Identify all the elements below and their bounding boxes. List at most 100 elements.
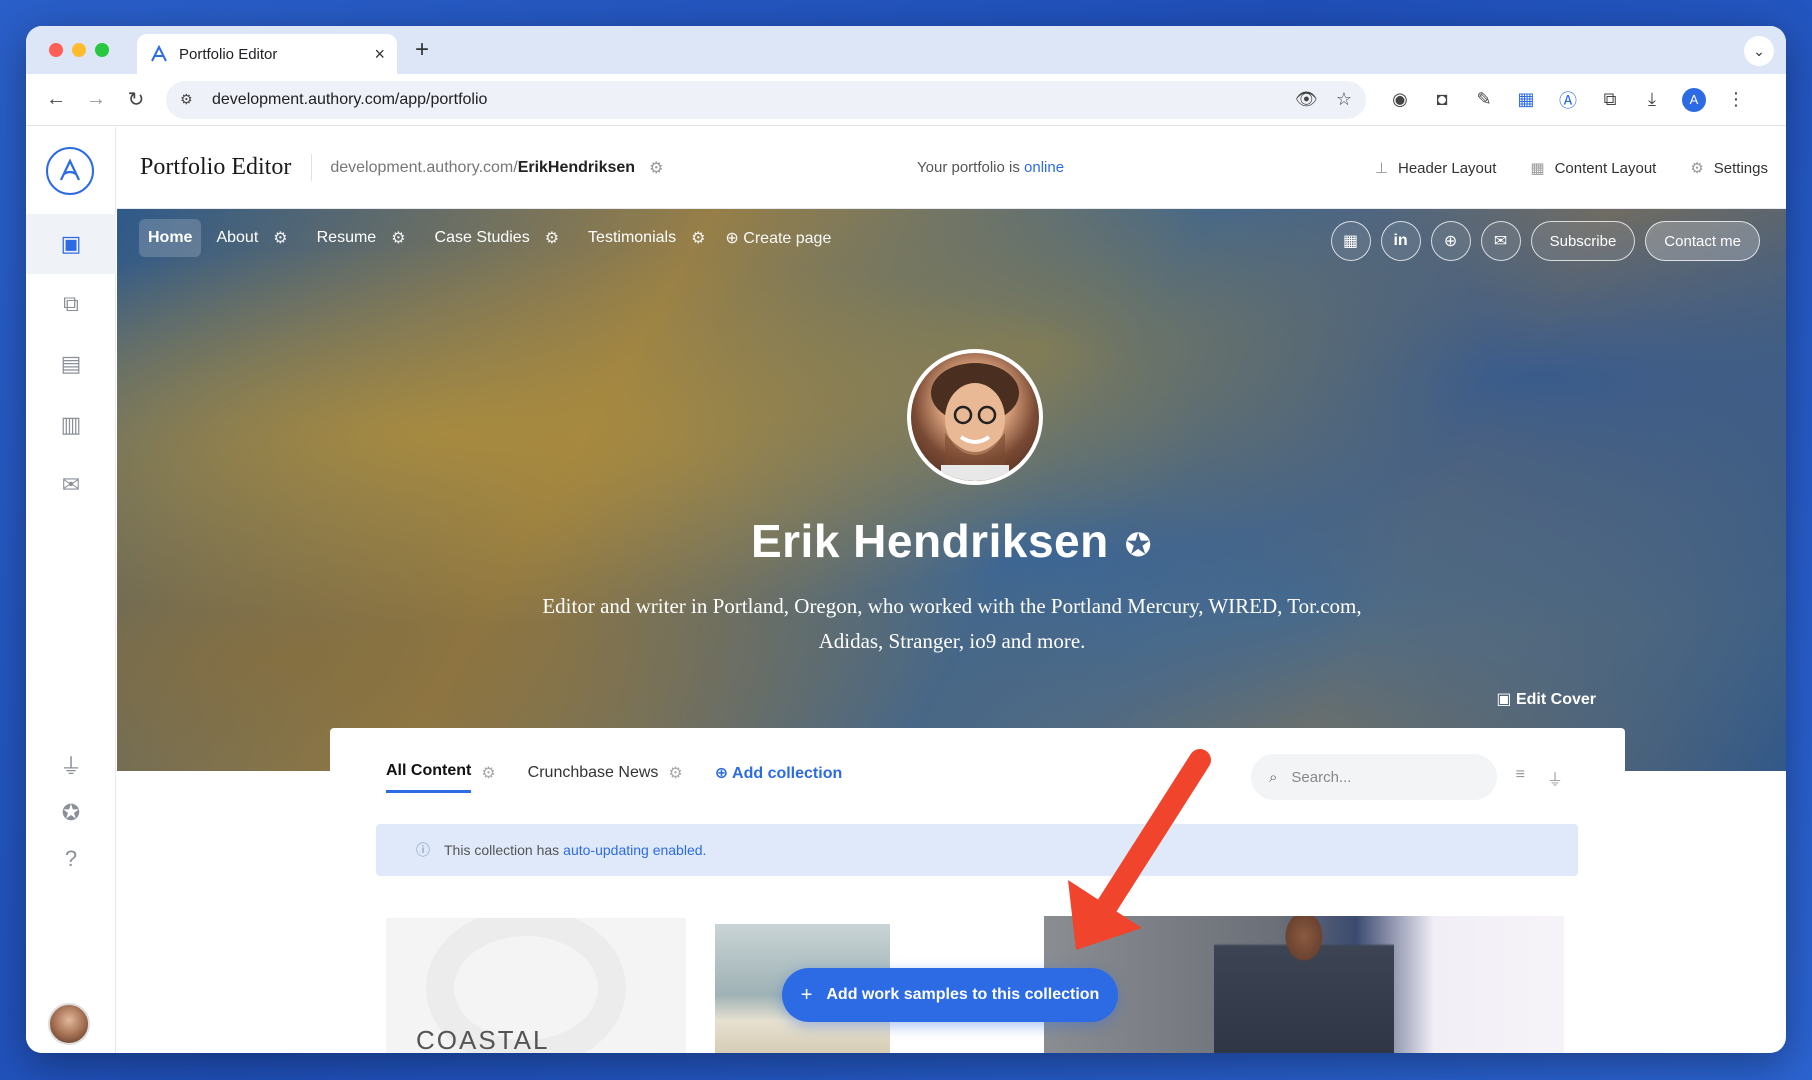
- url-text: development.authory.com/app/portfolio: [212, 90, 488, 108]
- status-online-link[interactable]: online: [1024, 159, 1064, 176]
- authory-extension-icon[interactable]: Ⓐ: [1556, 87, 1580, 113]
- portfolio-url-prefix: development.authory.com/: [330, 158, 518, 176]
- collection-tabs: All Content ⚙ Crunchbase News ⚙ ⊕ Add co…: [386, 762, 842, 793]
- tab-crunchbase-news[interactable]: Crunchbase News: [528, 764, 659, 792]
- profile-avatar-icon[interactable]: A: [1682, 87, 1706, 112]
- add-work-samples-label: Add work samples to this collection: [826, 986, 1100, 1003]
- case-studies-gear-icon[interactable]: ⚙: [545, 228, 559, 248]
- url-settings-gear-icon[interactable]: ⚙: [649, 158, 663, 178]
- nav-page-about[interactable]: About: [207, 219, 267, 257]
- award-badge-icon[interactable]: ✪: [1125, 527, 1152, 563]
- page-title: Portfolio Editor: [140, 154, 313, 181]
- all-content-gear-icon[interactable]: ⚙: [481, 763, 495, 793]
- forward-icon[interactable]: →: [76, 88, 116, 111]
- nav-page-resume[interactable]: Resume: [308, 219, 386, 257]
- portfolio-url[interactable]: development.authory.com/ErikHendriksen: [330, 159, 635, 177]
- camera-icon[interactable]: ◘: [1430, 89, 1454, 110]
- authory-logo[interactable]: [46, 147, 94, 195]
- sidebar-item-content[interactable]: ⧉: [26, 274, 116, 334]
- contact-me-button[interactable]: Contact me: [1645, 221, 1760, 261]
- portfolio-url-user: ErikHendriksen: [517, 158, 636, 176]
- nav-page-home[interactable]: Home: [139, 219, 202, 257]
- testimonials-gear-icon[interactable]: ⚙: [691, 228, 705, 248]
- speaker-figure: [1214, 916, 1394, 1053]
- speaker-thumbnail[interactable]: [1044, 916, 1564, 1053]
- reload-icon[interactable]: ↻: [116, 87, 156, 112]
- editor-header: Portfolio Editor development.authory.com…: [117, 127, 1786, 209]
- browser-tab[interactable]: Portfolio Editor ×: [137, 34, 397, 74]
- download-icon[interactable]: ⤓: [1640, 89, 1664, 110]
- linkedin-icon: in: [1393, 232, 1408, 249]
- sidebar-item-analytics[interactable]: ▥: [26, 395, 116, 455]
- article-thumbnail[interactable]: COASTAL MARKETING: [386, 918, 686, 1053]
- user-avatar[interactable]: [48, 1003, 90, 1045]
- website-button[interactable]: ⊕: [1430, 221, 1471, 261]
- profile-photo[interactable]: [907, 349, 1043, 485]
- portfolio-bio: Editor and writer in Portland, Oregon, w…: [542, 594, 1362, 653]
- window-controls: [49, 43, 109, 57]
- tab-search-icon[interactable]: ⌄: [1744, 36, 1774, 66]
- profile-photo-illustration: [931, 363, 1019, 481]
- minimize-window-button[interactable]: [72, 43, 86, 57]
- sidebar-item-help[interactable]: ?: [26, 829, 116, 889]
- address-bar[interactable]: ⚙ development.authory.com/app/portfolio …: [166, 80, 1366, 119]
- site-settings-icon[interactable]: ⚙: [180, 91, 200, 108]
- award-icon: ✪: [61, 800, 81, 825]
- create-page-button[interactable]: ⊕ Create page: [725, 228, 831, 248]
- edit-cover-button[interactable]: ▣ Edit Cover: [1496, 689, 1596, 709]
- edit-cover-label: Edit Cover: [1515, 691, 1596, 708]
- filter-icon[interactable]: ≡: [1516, 766, 1525, 784]
- thumbnail-title: COASTAL MARKETING: [416, 1025, 549, 1053]
- search-input[interactable]: ⌕ Search...: [1251, 754, 1497, 800]
- close-tab-icon[interactable]: ×: [374, 44, 385, 65]
- add-work-samples-button[interactable]: + Add work samples to this collection: [782, 968, 1118, 1022]
- auto-updating-link[interactable]: auto-updating enabled.: [563, 842, 706, 858]
- app-sidebar: ▣ ⧉ ▤ ▥ ✉ ⏚ ✪ ?: [26, 127, 116, 1053]
- copy-icon: ⧉: [63, 291, 79, 316]
- eye-slash-icon[interactable]: 👁: [1295, 89, 1318, 110]
- sidebar-item-mail[interactable]: ✉: [26, 455, 116, 515]
- extension-blocks-icon[interactable]: ▦: [1514, 89, 1538, 110]
- crunchbase-gear-icon[interactable]: ⚙: [668, 763, 682, 793]
- tab-all-content[interactable]: All Content: [386, 762, 472, 793]
- social-links: ▦ in ⊕ ✉ Subscribe Contact me: [1330, 221, 1760, 261]
- back-icon[interactable]: ←: [36, 88, 76, 111]
- browser-window: Portfolio Editor × + ⌄ ← → ↻ ⚙ developme…: [26, 26, 1786, 1053]
- close-window-button[interactable]: [49, 43, 63, 57]
- browser-menu-icon[interactable]: ⋮: [1724, 89, 1748, 110]
- portfolio-icon: ▣: [60, 231, 82, 256]
- plug-icon: ⏚: [59, 754, 82, 779]
- bookmark-star-icon[interactable]: ☆: [1336, 89, 1352, 110]
- plug-icon[interactable]: ⏚: [1547, 766, 1563, 790]
- nav-page-testimonials[interactable]: Testimonials: [579, 219, 685, 257]
- header-layout-icon: ⊥: [1374, 159, 1388, 177]
- add-collection-label: Add collection: [732, 764, 843, 782]
- resume-gear-icon[interactable]: ⚙: [391, 228, 405, 248]
- extension-grammar-icon[interactable]: ◉: [1388, 89, 1412, 110]
- status-prefix: Your portfolio is: [917, 159, 1020, 176]
- extensions-bar: ◉ ◘ ✎ ▦ Ⓐ ⧉ ⤓ A ⋮: [1388, 87, 1748, 113]
- authory-logo-icon: [151, 44, 167, 62]
- portfolio-page-nav: Home About ⚙ Resume ⚙ Case Studies ⚙ Tes…: [139, 219, 831, 257]
- eyedropper-icon[interactable]: ✎: [1472, 89, 1496, 110]
- about-gear-icon[interactable]: ⚙: [273, 228, 287, 248]
- linkedin-button[interactable]: in: [1380, 221, 1421, 261]
- header-layout-button[interactable]: ⊥ Header Layout: [1375, 159, 1496, 177]
- maximize-window-button[interactable]: [95, 43, 109, 57]
- sidebar-item-portfolio[interactable]: ▣: [26, 214, 116, 274]
- portfolio-status: Your portfolio is online: [917, 159, 1064, 176]
- add-collection-button[interactable]: ⊕ Add collection: [715, 763, 843, 793]
- calendar-icon: ▦: [1343, 233, 1359, 250]
- nav-page-case-studies[interactable]: Case Studies: [426, 219, 539, 257]
- settings-button[interactable]: ⚙ Settings: [1690, 159, 1768, 177]
- content-layout-icon: ▦: [1530, 159, 1545, 177]
- new-tab-icon[interactable]: +: [415, 36, 429, 64]
- portfolio-name-text: Erik Hendriksen: [750, 515, 1109, 567]
- subscribe-button[interactable]: Subscribe: [1530, 221, 1636, 261]
- calendar-button[interactable]: ▦: [1330, 221, 1371, 261]
- content-layout-button[interactable]: ▦ Content Layout: [1530, 159, 1656, 177]
- email-button[interactable]: ✉: [1480, 221, 1521, 261]
- extensions-puzzle-icon[interactable]: ⧉: [1598, 89, 1622, 110]
- authory-logo-icon: [60, 158, 80, 181]
- sidebar-item-newsletter[interactable]: ▤: [26, 334, 116, 394]
